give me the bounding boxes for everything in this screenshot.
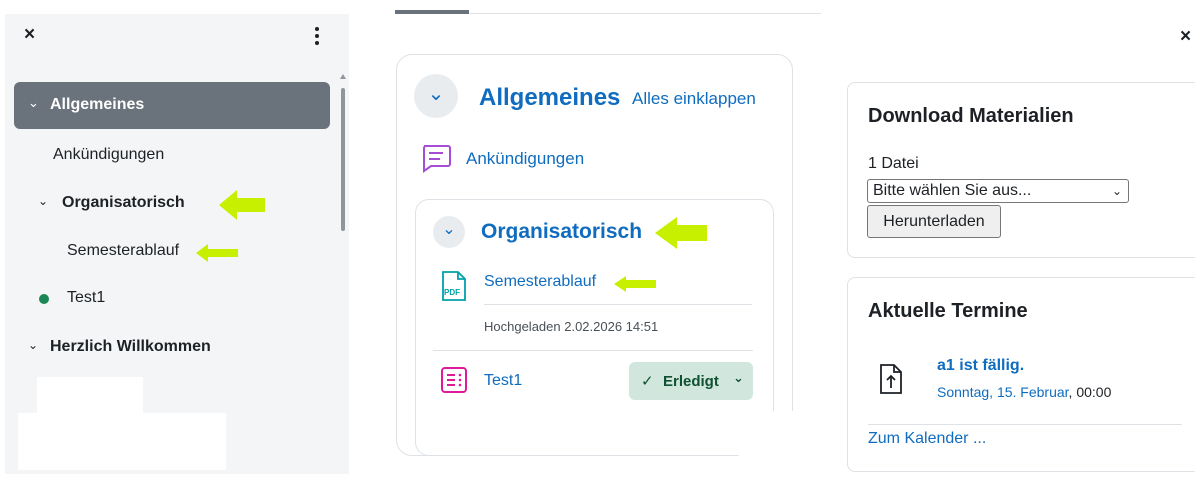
collapse-subsection-chevron-icon[interactable]: ⌄: [433, 216, 465, 248]
activity-link-test1[interactable]: Test1: [484, 372, 522, 390]
quiz-icon: [441, 367, 467, 393]
pdf-label: PDF: [444, 288, 460, 297]
download-button[interactable]: Herunterladen: [867, 205, 1001, 238]
chevron-down-icon[interactable]: ⌄: [38, 194, 48, 208]
subsection-title: Organisatorisch: [481, 220, 643, 243]
index-item-allgemeines[interactable]: ⌄ Allgemeines: [14, 82, 330, 129]
scroll-up-arrow-icon[interactable]: [340, 74, 346, 79]
tab-divider: [469, 13, 821, 14]
divider: [868, 424, 1182, 425]
overlay-mask: [739, 411, 799, 459]
block-title: Aktuelle Termine: [868, 300, 1028, 322]
more-options-icon[interactable]: [308, 24, 326, 50]
event-title-link[interactable]: a1 ist fällig.: [937, 357, 1024, 375]
chevron-down-icon: ⌄: [733, 370, 744, 385]
check-icon: ✓: [641, 373, 654, 390]
redacted-area: [18, 413, 226, 470]
close-blocks-icon[interactable]: ×: [1180, 26, 1191, 48]
select-value: Bitte wählen Sie aus...: [873, 182, 1032, 199]
divider: [484, 304, 752, 305]
index-item-organisatorisch[interactable]: Organisatorisch: [62, 194, 185, 212]
index-item-semesterablauf[interactable]: Semesterablauf: [67, 242, 179, 260]
event-date: Sonntag, 15. Februar, 00:00: [937, 384, 1111, 400]
drawer-scrollbar[interactable]: [341, 88, 345, 231]
active-tab-indicator: [395, 10, 469, 14]
annotation-arrow-icon: [655, 217, 707, 249]
annotation-arrow-icon: [196, 244, 238, 262]
event-date-link[interactable]: Sonntag, 15. Februar: [937, 384, 1069, 400]
completion-dot-icon: [39, 294, 49, 304]
divider: [433, 350, 753, 351]
collapse-section-chevron-icon[interactable]: ⌄: [414, 74, 458, 118]
annotation-arrow-icon: [614, 276, 656, 292]
index-item-test1[interactable]: Test1: [67, 289, 105, 307]
page: × ⌄ Allgemeines Ankündigungen ⌄ Organisa…: [0, 0, 1195, 477]
annotation-arrow-icon: [219, 190, 265, 220]
chevron-down-icon: ⌄: [28, 95, 39, 110]
calendar-link[interactable]: Zum Kalender ...: [868, 430, 986, 448]
index-item-herzlich-willkommen[interactable]: Herzlich Willkommen: [50, 338, 211, 356]
collapse-all-link[interactable]: Alles einklappen: [632, 89, 756, 109]
file-link-semesterablauf[interactable]: Semesterablauf: [484, 273, 596, 291]
done-label: Erledigt: [663, 373, 719, 390]
announcements-link[interactable]: Ankündigungen: [466, 149, 584, 169]
chevron-down-icon: ⌄: [1111, 184, 1122, 198]
index-item-label: Allgemeines: [50, 96, 145, 113]
redacted-area: [37, 377, 143, 417]
forum-icon: [423, 145, 451, 173]
upload-date: Hochgeladen 2.02.2026 14:51: [484, 319, 659, 334]
chevron-down-icon[interactable]: ⌄: [28, 338, 38, 352]
pdf-file-icon: PDF: [442, 271, 466, 301]
event-time: , 00:00: [1068, 384, 1112, 400]
assignment-upload-icon: [880, 364, 902, 394]
close-drawer-icon[interactable]: ×: [24, 25, 44, 45]
file-count: 1 Datei: [868, 155, 919, 172]
index-item-ankuendigungen[interactable]: Ankündigungen: [53, 146, 164, 164]
completion-done-button[interactable]: ✓ Erledigt ⌄: [629, 362, 753, 400]
file-select[interactable]: Bitte wählen Sie aus... ⌄: [867, 179, 1129, 203]
section-title: Allgemeines: [479, 84, 621, 111]
block-title: Download Materialien: [868, 105, 1074, 127]
